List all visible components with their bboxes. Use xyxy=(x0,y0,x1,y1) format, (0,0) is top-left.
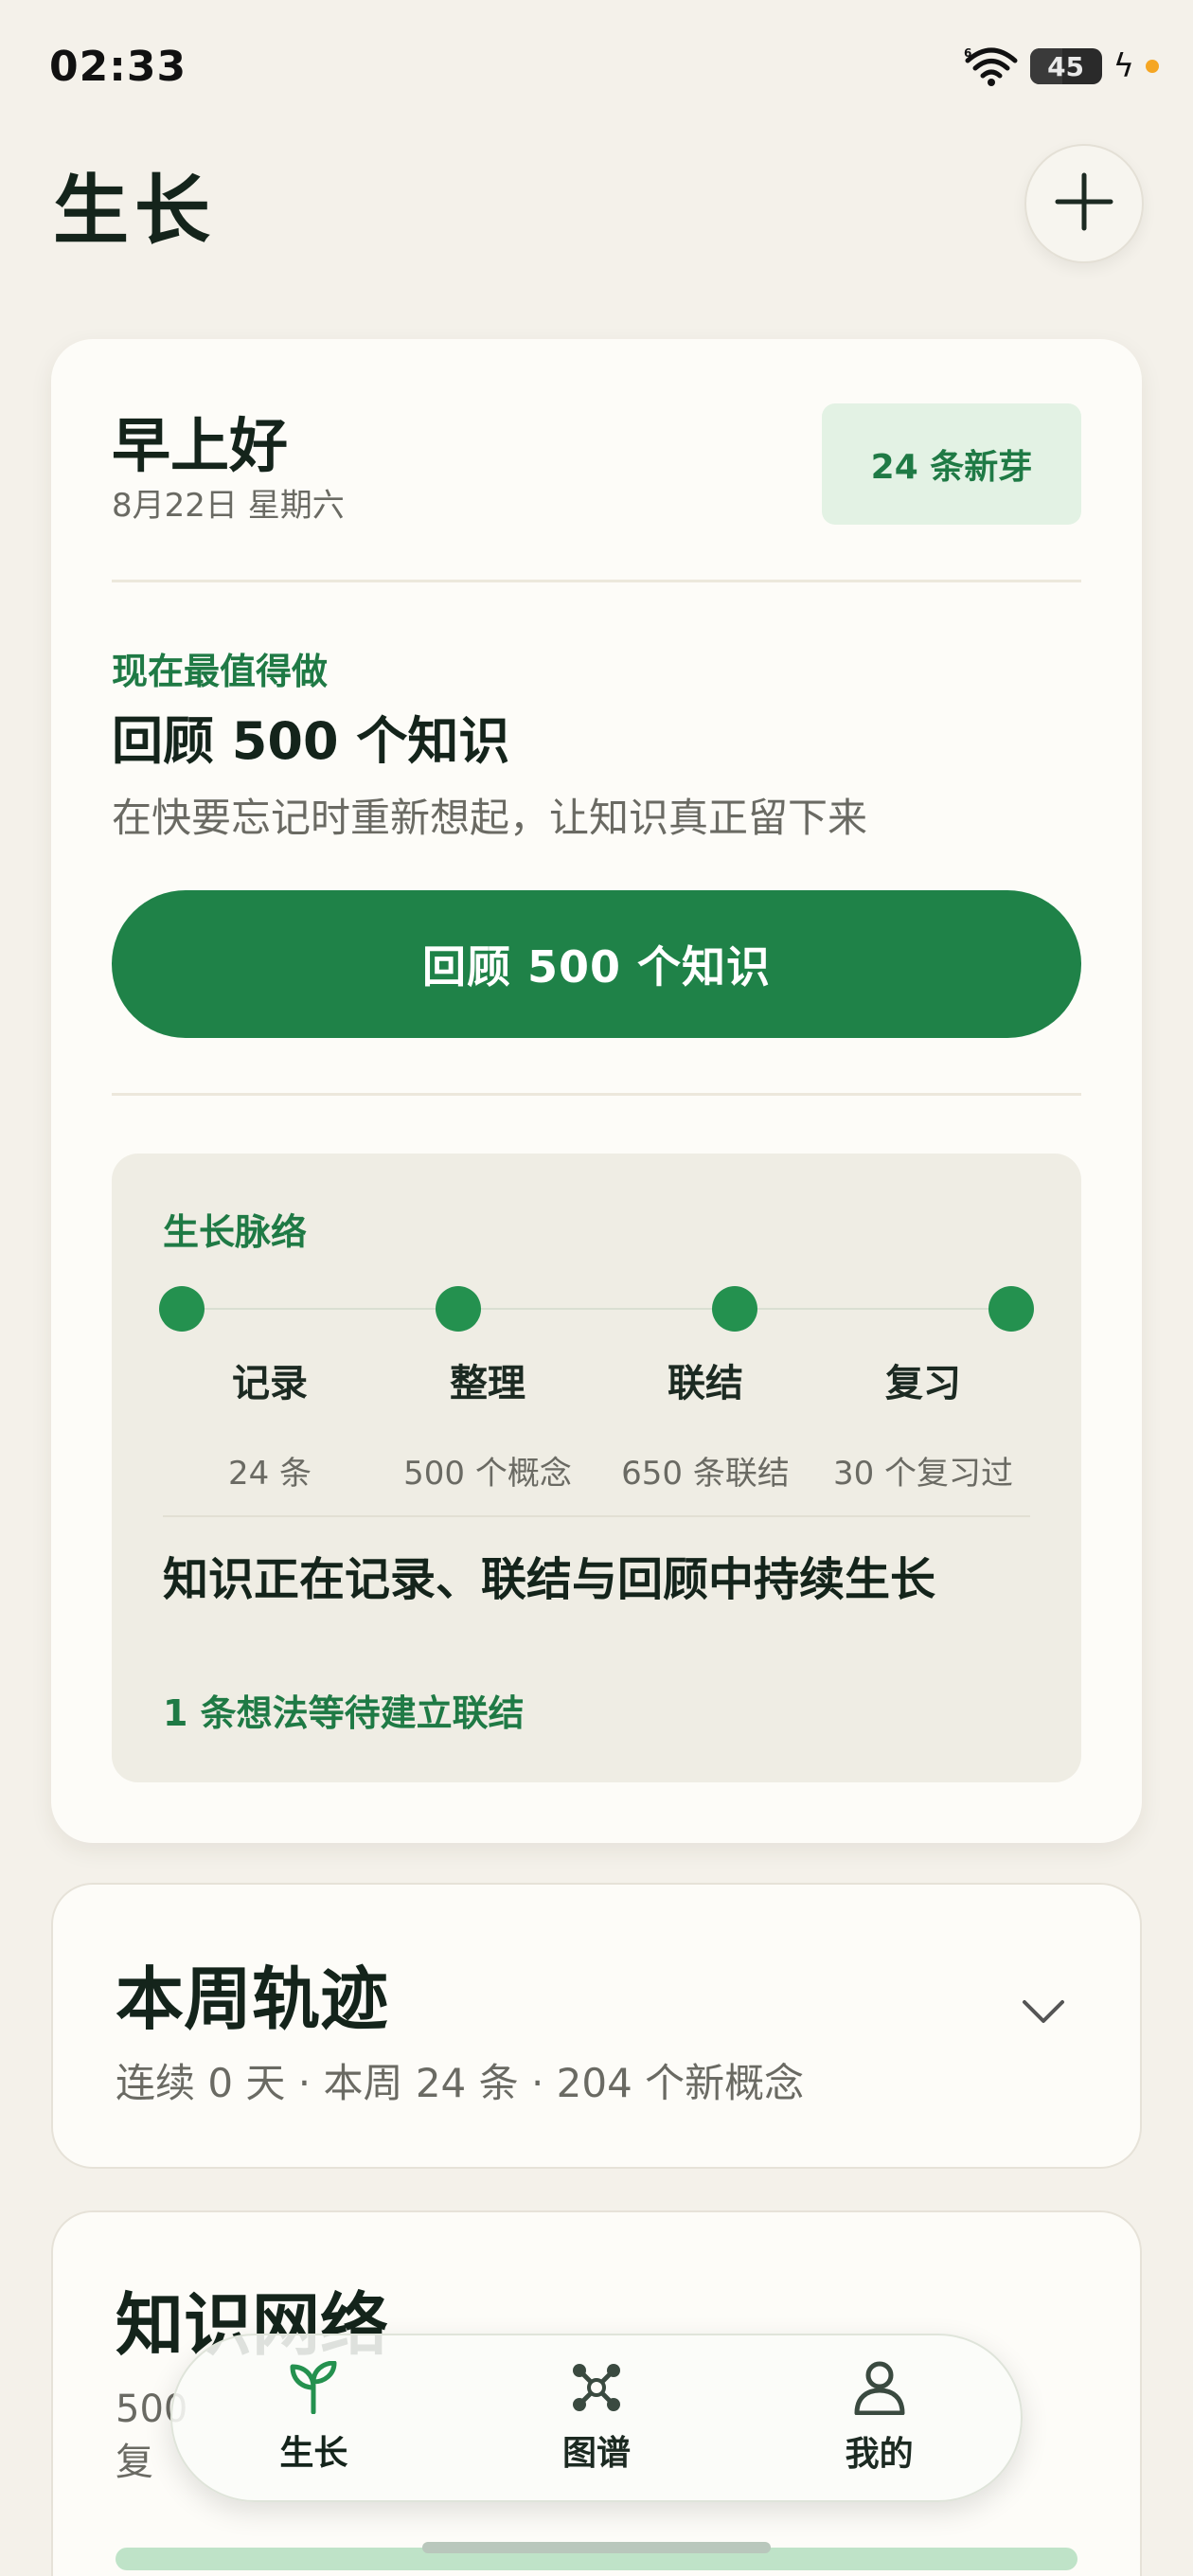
nav-label: 生长 xyxy=(279,2434,348,2473)
chevron-down-icon[interactable] xyxy=(1021,1998,1066,2029)
timeline-dot-organize xyxy=(436,1286,481,1332)
step-record[interactable]: 记录 24 条 xyxy=(161,1352,379,1494)
divider xyxy=(163,1515,1030,1517)
graph-icon xyxy=(570,2361,623,2418)
step-organize[interactable]: 整理 500 个概念 xyxy=(379,1352,596,1494)
nav-item-me[interactable]: 我的 xyxy=(775,2360,984,2476)
suggest-description: 在快要忘记时重新想起，让知识真正留下来 xyxy=(112,795,868,841)
greeting: 早上好 xyxy=(112,411,289,480)
status-icons: 6 45 ϟ xyxy=(964,45,1159,87)
growth-page: 02:33 6 45 ϟ 生长 早上好 8月22日 星期六 24 条新芽 现在最… xyxy=(0,0,1193,2576)
status-bar: 02:33 6 45 ϟ xyxy=(49,38,1159,95)
suggest-title: 回顾 500 个知识 xyxy=(112,711,510,771)
step-name: 复习 xyxy=(885,1362,961,1405)
timeline-dot-review xyxy=(988,1286,1034,1332)
divider xyxy=(112,580,1081,582)
sprout-icon xyxy=(289,2360,338,2418)
timeline-line xyxy=(182,1308,1011,1310)
plus-icon xyxy=(1054,171,1114,236)
nav-item-growth[interactable]: 生长 xyxy=(209,2360,418,2475)
step-count: 650 条联结 xyxy=(621,1455,790,1493)
wifi-6-icon: 6 xyxy=(964,45,1019,87)
nav-label: 图谱 xyxy=(561,2434,631,2473)
review-button[interactable]: 回顾 500 个知识 xyxy=(112,890,1081,1038)
battery-icon: 45 xyxy=(1029,48,1102,84)
step-connect[interactable]: 联结 650 条联结 xyxy=(596,1352,814,1494)
week-stats: 连续 0 天 · 本周 24 条 · 204 个新概念 xyxy=(116,2060,805,2106)
step-count: 500 个概念 xyxy=(403,1455,572,1493)
charging-icon: ϟ xyxy=(1113,47,1134,85)
growth-headline: 知识正在记录、联结与回顾中持续生长 xyxy=(163,1553,936,1606)
step-count: 24 条 xyxy=(227,1455,312,1493)
pending-connection-link[interactable]: 1 条想法等待建立联结 xyxy=(163,1684,525,1736)
step-name: 整理 xyxy=(450,1362,525,1405)
page-title: 生长 xyxy=(53,167,216,255)
step-review[interactable]: 复习 30 个复习过 xyxy=(814,1352,1032,1494)
home-indicator[interactable] xyxy=(422,2542,771,2553)
svg-text:6: 6 xyxy=(964,46,971,60)
nav-item-graph[interactable]: 图谱 xyxy=(492,2361,701,2475)
divider xyxy=(112,1093,1081,1096)
nav-label: 我的 xyxy=(845,2435,914,2474)
growth-timeline-panel: 生长脉络 记录 24 条 整理 500 个概念 联结 650 条联结 复习 30… xyxy=(112,1154,1081,1782)
step-name: 联结 xyxy=(668,1362,743,1405)
weekly-track-card[interactable]: 本周轨迹 连续 0 天 · 本周 24 条 · 204 个新概念 xyxy=(51,1883,1142,2169)
person-icon xyxy=(853,2360,906,2419)
suggest-label: 现在最值得做 xyxy=(112,651,329,692)
date-label: 8月22日 星期六 xyxy=(112,487,345,525)
battery-percent: 45 xyxy=(1047,50,1085,82)
status-dot xyxy=(1146,60,1159,73)
new-sprouts-badge[interactable]: 24 条新芽 xyxy=(822,403,1081,525)
timeline-dot-connect xyxy=(712,1286,757,1332)
status-time: 02:33 xyxy=(49,42,187,91)
step-count: 30 个复习过 xyxy=(832,1455,1014,1493)
week-title: 本周轨迹 xyxy=(116,1959,389,2039)
timeline-dot-record xyxy=(159,1286,205,1332)
step-name: 记录 xyxy=(232,1362,308,1405)
growth-label: 生长脉络 xyxy=(163,1211,308,1253)
today-card: 早上好 8月22日 星期六 24 条新芽 现在最值得做 回顾 500 个知识 在… xyxy=(51,339,1142,1843)
bottom-nav: 生长 图谱 我的 xyxy=(170,2334,1023,2502)
add-button[interactable] xyxy=(1024,144,1144,263)
